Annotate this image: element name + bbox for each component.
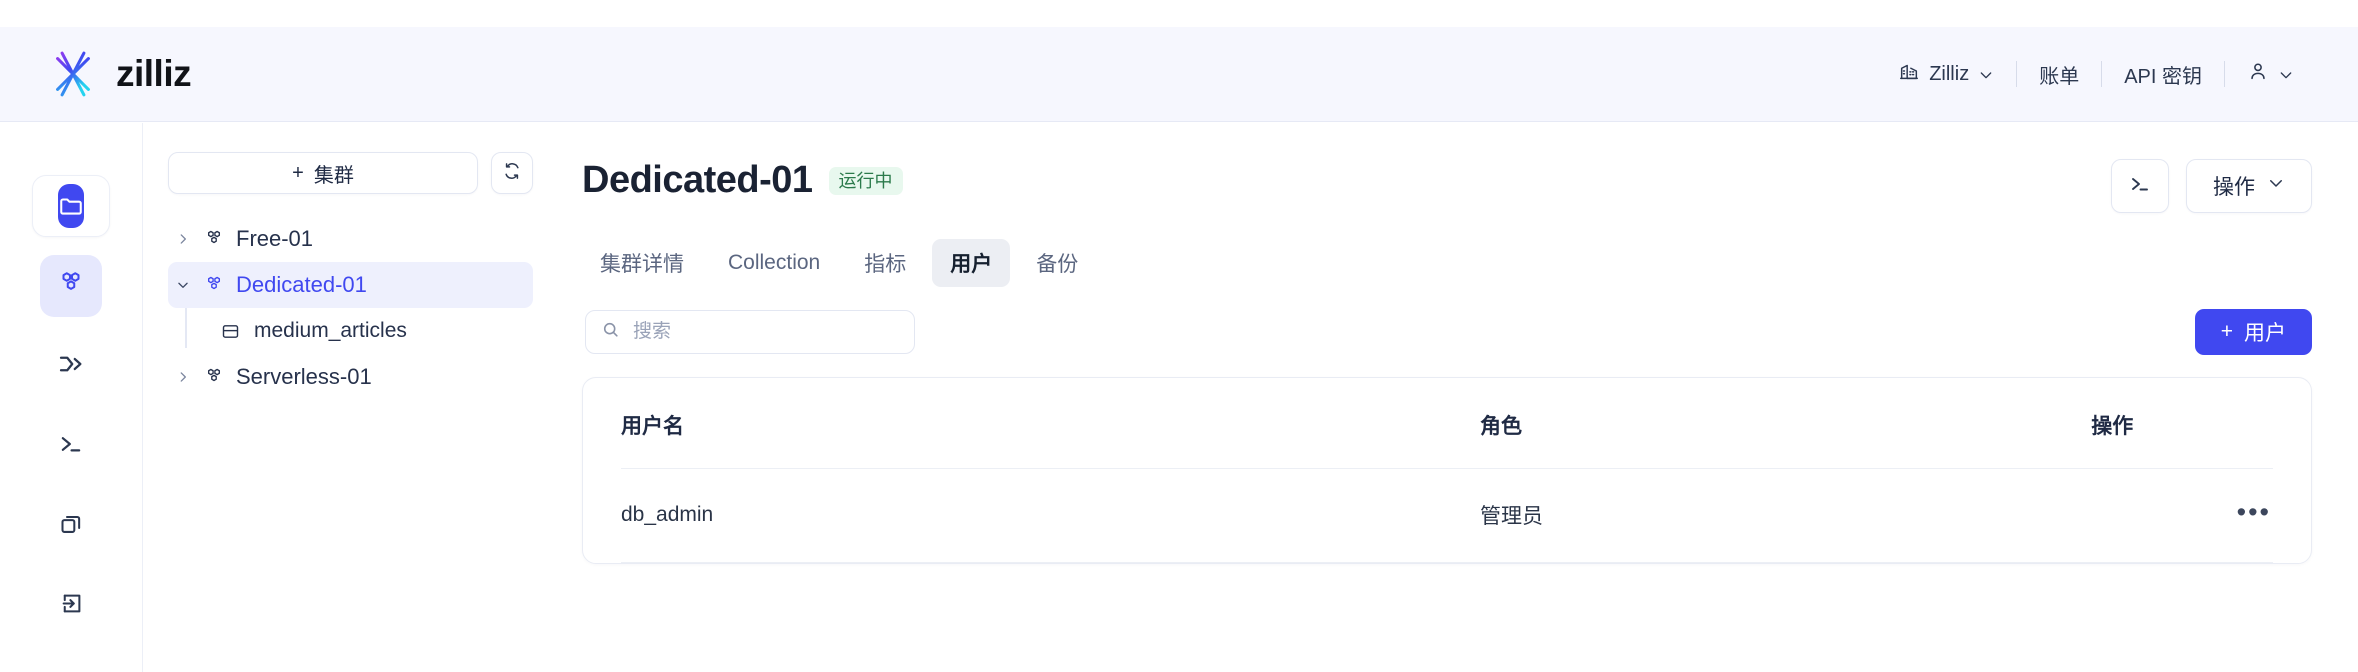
column-header-role: 角色 xyxy=(1480,378,2092,469)
users-table-head: 用户名 角色 操作 xyxy=(621,378,2273,469)
terminal-icon xyxy=(57,430,85,463)
org-label: Zilliz xyxy=(1929,62,1970,85)
cell-username: db_admin xyxy=(621,468,1481,563)
cluster-hexagons-icon xyxy=(56,269,86,304)
add-user-label: 用户 xyxy=(2244,322,2286,345)
header-right-nav: Zilliz 账单 API 密钥 xyxy=(1876,60,2316,89)
operations-dropdown-button[interactable]: 操作 xyxy=(2186,159,2312,213)
zilliz-starburst-logo-icon xyxy=(44,45,102,103)
page-title: Dedicated-01 xyxy=(582,159,813,201)
sidebar-item-import[interactable] xyxy=(40,575,102,637)
sidebar-item-clusters[interactable] xyxy=(40,255,102,317)
tree-node-serverless-01[interactable]: Serverless-01 xyxy=(168,354,533,400)
brand-name: zilliz xyxy=(116,53,192,94)
top-header: zilliz Zilliz 账单 API 密钥 xyxy=(0,27,2358,122)
org-selector[interactable]: Zilliz xyxy=(1876,60,2016,88)
tree-children-dedicated-01: medium_articles xyxy=(168,308,533,354)
tab-collection[interactable]: Collection xyxy=(710,242,838,284)
chevron-right-icon[interactable] xyxy=(174,370,192,384)
search-icon xyxy=(601,320,620,344)
ellipsis-icon[interactable]: ••• xyxy=(2235,499,2273,526)
tree-node-label: Serverless-01 xyxy=(236,364,372,389)
users-table-card: 用户名 角色 操作 db_admin 管理员 ••• xyxy=(582,377,2312,564)
plus-icon: + xyxy=(2220,320,2233,343)
folder-icon xyxy=(58,184,84,228)
page-header: Dedicated-01 运行中 操作 xyxy=(582,123,2312,213)
plus-icon: + xyxy=(292,161,304,184)
chevron-down-icon xyxy=(2278,66,2294,82)
status-badge: 运行中 xyxy=(828,166,903,195)
account-menu[interactable] xyxy=(2225,60,2316,88)
terminal-icon xyxy=(2128,172,2152,201)
copy-stack-icon xyxy=(58,510,85,542)
users-toolbar: + 用户 xyxy=(582,309,2312,355)
search-input[interactable] xyxy=(631,320,899,344)
tab-backups[interactable]: 备份 xyxy=(1018,239,1096,287)
cluster-tree-panel: + 集群 Free-01 Dedicated-01 medium_article… xyxy=(144,123,557,672)
page-title-group: Dedicated-01 运行中 xyxy=(582,159,903,202)
tab-metrics[interactable]: 指标 xyxy=(846,239,924,287)
add-user-button[interactable]: + 用户 xyxy=(2194,309,2312,355)
billing-label: 账单 xyxy=(2039,65,2080,88)
tab-users[interactable]: 用户 xyxy=(932,239,1011,287)
cluster-tabs: 集群详情 Collection 指标 用户 备份 xyxy=(582,239,2312,287)
table-row: db_admin 管理员 ••• xyxy=(621,468,2273,563)
cluster-tree-list: Free-01 Dedicated-01 medium_articles Ser… xyxy=(168,216,533,400)
cluster-hexagons-icon xyxy=(202,228,226,250)
tab-cluster-details[interactable]: 集群详情 xyxy=(582,239,702,287)
collection-icon xyxy=(218,321,242,342)
tree-node-label: Free-01 xyxy=(236,226,314,251)
tree-node-label: medium_articles xyxy=(254,319,407,342)
api-keys-link[interactable]: API 密钥 xyxy=(2102,60,2224,89)
page-header-actions: 操作 xyxy=(2111,159,2312,213)
refresh-icon xyxy=(502,161,522,186)
refresh-button[interactable] xyxy=(491,152,533,194)
tree-node-label: Dedicated-01 xyxy=(236,272,367,297)
sidebar-item-backups[interactable] xyxy=(40,495,102,557)
sidebar-item-pipelines[interactable] xyxy=(40,335,102,397)
billing-link[interactable]: 账单 xyxy=(2017,60,2101,89)
main-content: Dedicated-01 运行中 操作 集群详情 Collection 指标 用… xyxy=(557,123,2358,672)
sidebar-item-projects[interactable] xyxy=(32,175,110,237)
chevron-down-icon[interactable] xyxy=(174,278,192,292)
cell-role: 管理员 xyxy=(1480,468,2092,563)
left-icon-rail xyxy=(0,123,143,672)
user-icon xyxy=(2247,60,2269,88)
cluster-hexagons-icon xyxy=(202,366,226,388)
cluster-tree-toolbar: + 集群 xyxy=(168,152,533,194)
users-table: 用户名 角色 操作 db_admin 管理员 ••• xyxy=(621,378,2273,563)
sidebar-item-console[interactable] xyxy=(40,415,102,477)
open-terminal-button[interactable] xyxy=(2111,159,2169,213)
tree-node-collection-medium-articles[interactable]: medium_articles xyxy=(206,308,533,354)
chevron-down-icon xyxy=(1978,66,1994,82)
chevron-right-icon[interactable] xyxy=(174,232,192,246)
app-root: zilliz Zilliz 账单 API 密钥 + 集群 Free-01 Ded… xyxy=(0,0,2358,672)
operations-label: 操作 xyxy=(2213,176,2255,199)
column-header-username: 用户名 xyxy=(621,378,1481,469)
table-header-row: 用户名 角色 操作 xyxy=(621,378,2273,469)
new-cluster-button[interactable]: + 集群 xyxy=(168,152,478,194)
cluster-hexagons-icon xyxy=(202,274,226,296)
new-cluster-label: 集群 xyxy=(313,164,354,187)
cell-operations: ••• xyxy=(2091,468,2273,563)
column-header-operations: 操作 xyxy=(2091,378,2273,469)
users-table-body: db_admin 管理员 ••• xyxy=(621,468,2273,563)
building-icon xyxy=(1898,60,1920,88)
pipeline-arrow-icon xyxy=(56,349,86,384)
import-box-icon xyxy=(58,590,85,622)
api-keys-label: API 密钥 xyxy=(2124,65,2202,88)
search-box[interactable] xyxy=(585,310,915,354)
brand[interactable]: zilliz xyxy=(44,45,192,103)
tree-node-free-01[interactable]: Free-01 xyxy=(168,216,533,262)
tree-node-dedicated-01[interactable]: Dedicated-01 xyxy=(168,262,533,308)
chevron-down-icon xyxy=(2267,174,2285,198)
